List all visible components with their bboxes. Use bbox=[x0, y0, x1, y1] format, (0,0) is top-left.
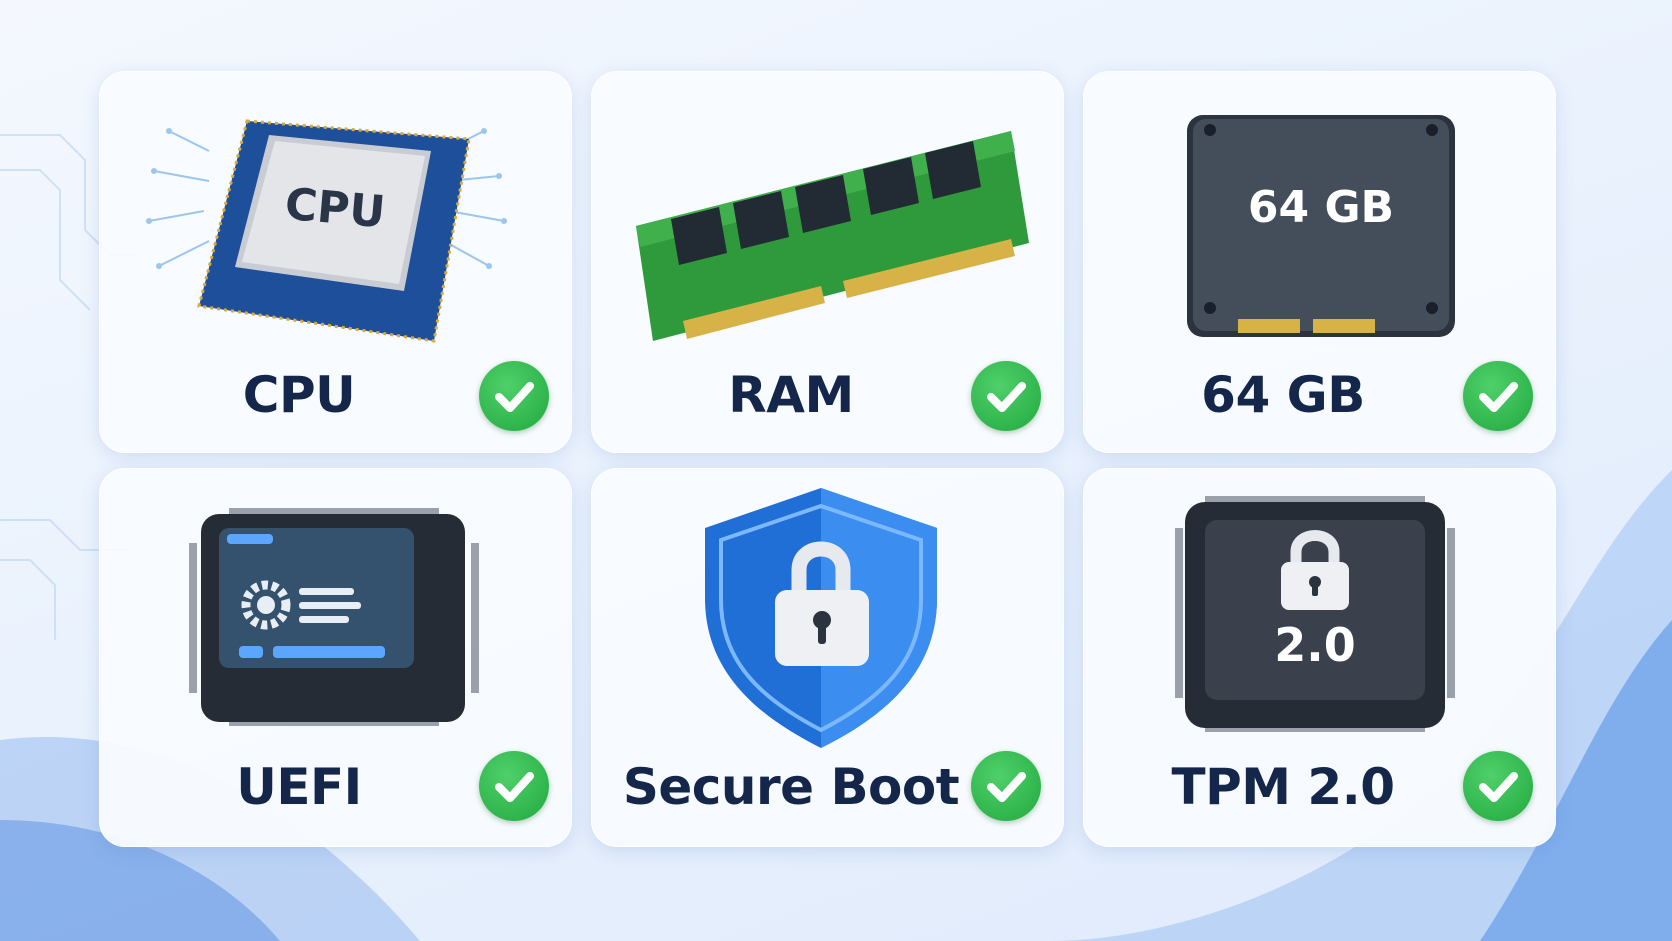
ssd-drive-text: 64 GB bbox=[1248, 182, 1394, 233]
shield-lock-icon bbox=[705, 488, 937, 748]
card-secure-boot: Secure Boot bbox=[591, 468, 1064, 847]
storage-check-icon bbox=[1463, 361, 1533, 431]
card-storage: 64 GB 64 GB bbox=[1083, 71, 1556, 453]
requirements-grid: CPU CPU RAM 64 GB 64 GB UEFI Secure Boot… bbox=[99, 71, 1556, 847]
cpu-chip-icon: CPU bbox=[146, 119, 507, 343]
uefi-check-icon bbox=[479, 751, 549, 821]
card-tpm: 2.0 TPM 2.0 bbox=[1083, 468, 1556, 847]
storage-label: 64 GB bbox=[1201, 366, 1365, 424]
card-cpu: CPU CPU bbox=[99, 71, 572, 453]
secure-boot-label: Secure Boot bbox=[622, 758, 960, 816]
uefi-label: UEFI bbox=[236, 758, 362, 816]
tpm-chip-icon: 2.0 bbox=[1175, 496, 1455, 732]
cpu-check-icon bbox=[479, 361, 549, 431]
cpu-label: CPU bbox=[242, 366, 356, 424]
ram-check-icon bbox=[971, 361, 1041, 431]
tpm-check-icon bbox=[1463, 751, 1533, 821]
firmware-chip-icon bbox=[189, 508, 479, 726]
card-uefi: UEFI bbox=[99, 468, 572, 847]
card-ram: RAM bbox=[591, 71, 1064, 453]
secure-boot-check-icon bbox=[971, 751, 1041, 821]
tpm-label: TPM 2.0 bbox=[1171, 758, 1396, 816]
tpm-chip-text: 2.0 bbox=[1274, 618, 1356, 672]
ssd-drive-icon: 64 GB bbox=[1187, 115, 1455, 337]
ram-module-icon bbox=[636, 131, 1029, 341]
ram-label: RAM bbox=[728, 366, 854, 424]
cpu-chip-text: CPU bbox=[283, 179, 387, 239]
